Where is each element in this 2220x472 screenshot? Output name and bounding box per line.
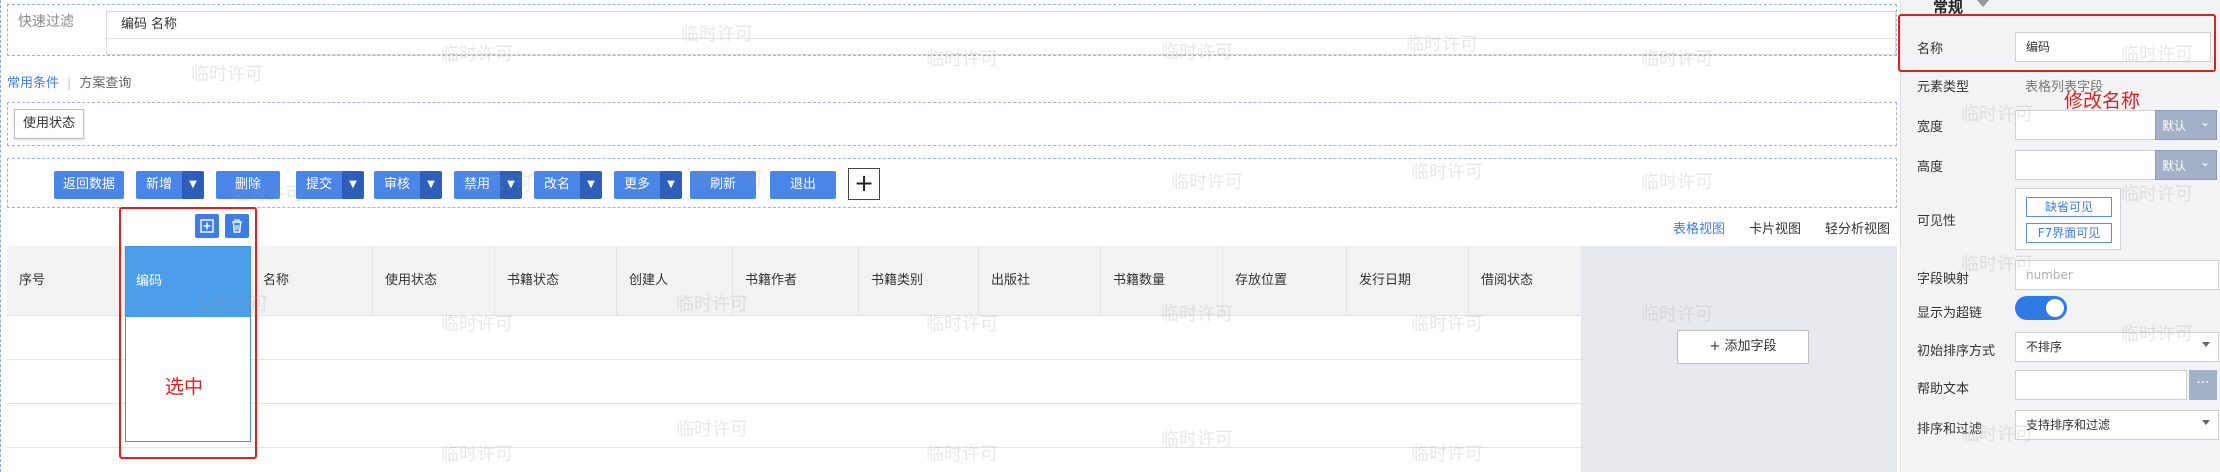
chevron-down-icon[interactable]: ▼ [420,171,443,199]
show-hyperlink-label: 显示为超链 [1917,306,1983,321]
more-options-button[interactable]: ··· [2189,370,2217,400]
disable-split-button[interactable]: 禁用 ▼ [454,171,523,199]
sort-filter-label: 排序和过滤 [1917,422,1983,437]
add-field-area: + 添加字段 [1581,246,1897,472]
sort-select[interactable]: 不排序 [2015,332,2219,362]
watermark: 临时许可 [2121,184,2193,205]
data-grid: 序号 名称 使用状态 书籍状态 创建人 书籍作者 书籍类别 出版社 书籍数量 存… [7,246,1897,472]
tab-analysis-view[interactable]: 轻分析视图 [1825,222,1890,237]
column-header-name[interactable]: 名称 [251,246,373,316]
toolbar: 返回数据 新增 ▼ 删除 提交 ▼ 审核 ▼ 禁用 ▼ 改名 ▼ 更多 ▼ 刷新 退出 + [7,158,1897,208]
visibility-tag-f7[interactable]: F7界面可见 [2026,223,2112,243]
add-toolbar-button[interactable]: + [848,168,880,200]
rename-button[interactable]: 改名 [534,171,581,199]
more-split-button[interactable]: 更多 ▼ [614,171,683,199]
refresh-button[interactable]: 刷新 [690,171,756,199]
tab-plan-query[interactable]: 方案查询 [79,76,131,91]
usage-status-filter[interactable]: 使用状态 [14,109,85,139]
sort-value: 不排序 [2026,340,2063,354]
column-header-book-author[interactable]: 书籍作者 [733,246,859,316]
quick-filter-field-box[interactable]: 编码 名称 [106,11,1896,55]
form-designer-canvas: 快速过滤 编码 名称 常用条件 | 方案查询 使用状态 返回数据 新增 ▼ 删除 提交… [0,0,1900,472]
column-header-usage-status[interactable]: 使用状态 [373,246,495,316]
height-label: 高度 [1917,160,1944,175]
exit-button[interactable]: 退出 [770,171,836,199]
column-header-book-quantity[interactable]: 书籍数量 [1101,246,1223,316]
width-label: 宽度 [1917,120,1944,135]
condition-area: 使用状态 [7,102,1897,146]
column-header-storage-location[interactable]: 存放位置 [1223,246,1347,316]
watermark: 临时许可 [191,64,263,85]
caret-down-icon[interactable] [1977,0,1989,7]
visibility-tag-default[interactable]: 缺省可见 [2026,197,2112,217]
more-button[interactable]: 更多 [614,171,661,199]
audit-split-button[interactable]: 审核 ▼ [374,171,443,199]
element-type-label: 元素类型 [1917,80,1970,95]
column-header-book-category[interactable]: 书籍类别 [859,246,979,316]
add-field-button[interactable]: + 添加字段 [1677,330,1809,364]
sort-label: 初始排序方式 [1917,344,1996,359]
column-header-borrow-status[interactable]: 借阅状态 [1469,246,1581,316]
submit-button[interactable]: 提交 [296,171,343,199]
visibility-label: 可见性 [1917,214,1957,229]
add-split-button[interactable]: 新增 ▼ [136,171,205,199]
annotation-selected: 选中 [165,376,204,398]
sort-filter-select[interactable]: 支持排序和过滤 [2015,410,2219,440]
tab-table-view[interactable]: 表格视图 [1673,222,1725,237]
back-data-button[interactable]: 返回数据 [54,171,124,199]
chevron-down-icon[interactable]: ▼ [342,171,365,199]
column-header-book-status[interactable]: 书籍状态 [495,246,617,316]
quick-filter-panel[interactable]: 快速过滤 编码 名称 [7,4,1897,56]
chevron-down-icon [2202,420,2210,425]
quick-filter-divider [107,38,1895,39]
width-select[interactable]: 默认 [2155,107,2217,140]
view-switcher: 表格视图 卡片视图 轻分析视图 [1649,218,1890,237]
tab-common-conditions[interactable]: 常用条件 [7,76,59,91]
help-text-input[interactable] [2015,370,2187,400]
annotation-rename: 修改名称 [2064,90,2141,112]
chevron-down-icon [2202,342,2210,347]
tab-card-view[interactable]: 卡片视图 [1749,222,1801,237]
rename-split-button[interactable]: 改名 ▼ [534,171,603,199]
quick-filter-label: 快速过滤 [18,14,74,30]
show-hyperlink-toggle[interactable] [2015,296,2067,320]
column-header-publisher[interactable]: 出版社 [979,246,1101,316]
chevron-down-icon[interactable]: ▼ [660,171,683,199]
field-mapping-label: 字段映射 [1917,272,1970,287]
help-text-label: 帮助文本 [1917,382,1970,397]
tab-separator: | [67,76,72,91]
column-header-index[interactable]: 序号 [7,246,125,316]
delete-button[interactable]: 删除 [216,171,280,199]
width-input[interactable] [2015,110,2157,140]
submit-split-button[interactable]: 提交 ▼ [296,171,365,199]
condition-tabs: 常用条件 | 方案查询 [7,74,131,94]
chevron-down-icon[interactable]: ▼ [500,171,523,199]
sort-filter-value: 支持排序和过滤 [2026,418,2111,432]
height-input[interactable] [2015,150,2157,180]
audit-button[interactable]: 审核 [374,171,421,199]
column-header-creator[interactable]: 创建人 [617,246,733,316]
selection-highlight-box [119,207,257,459]
field-mapping-input[interactable]: number [2015,260,2219,290]
quick-filter-chip-name[interactable]: 名称 [151,16,177,34]
add-button[interactable]: 新增 [136,171,183,199]
chevron-down-icon[interactable]: ▼ [580,171,603,199]
visibility-box[interactable]: 缺省可见 F7界面可见 [2015,188,2121,250]
height-select[interactable]: 默认 [2155,147,2217,180]
column-header-issue-date[interactable]: 发行日期 [1347,246,1469,316]
chevron-down-icon[interactable]: ▼ [182,171,205,199]
quick-filter-chip-code[interactable]: 编码 [121,16,147,34]
disable-button[interactable]: 禁用 [454,171,501,199]
name-highlight-box [1898,14,2216,72]
